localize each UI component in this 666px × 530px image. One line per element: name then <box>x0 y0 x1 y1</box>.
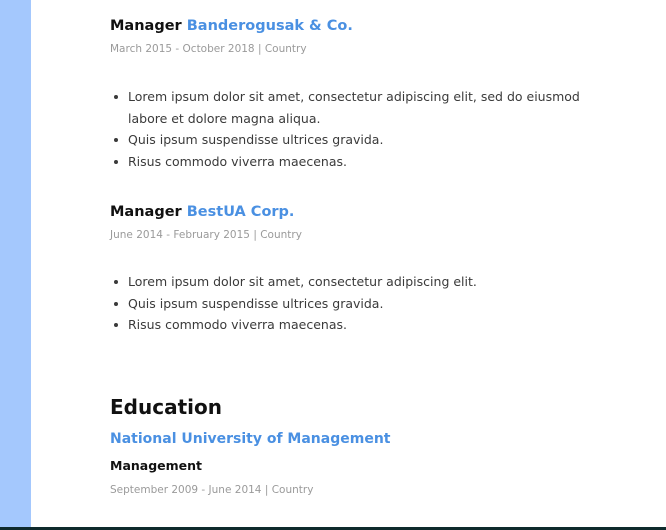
experience-entry: Manager BestUA Corp. June 2014 - Februar… <box>110 202 650 242</box>
education-school: National University of Management <box>110 431 391 447</box>
section-heading-education: Education <box>110 395 222 419</box>
job-title: Manager Banderogusak & Co. <box>110 16 650 36</box>
job-title: Manager BestUA Corp. <box>110 202 650 222</box>
job-company: BestUA Corp. <box>186 204 295 220</box>
list-item: Risus commodo viverra maecenas. <box>110 314 610 336</box>
job-meta: June 2014 - February 2015 | Country <box>110 229 302 241</box>
job-bullets: Lorem ipsum dolor sit amet, consectetur … <box>110 86 610 172</box>
list-item: Quis ipsum suspendisse ultrices gravida. <box>110 293 610 315</box>
list-item: Quis ipsum suspendisse ultrices gravida. <box>110 129 610 151</box>
list-item: Lorem ipsum dolor sit amet, consectetur … <box>110 86 610 129</box>
job-bullets: Lorem ipsum dolor sit amet, consectetur … <box>110 271 610 336</box>
list-item: Lorem ipsum dolor sit amet, consectetur … <box>110 271 610 293</box>
education-meta: September 2009 - June 2014 | Country <box>110 484 314 496</box>
left-accent-stripe <box>0 0 31 527</box>
job-role: Manager <box>110 18 182 34</box>
experience-entry: Manager Banderogusak & Co. March 2015 - … <box>110 16 650 56</box>
education-degree: Management <box>110 458 203 473</box>
list-item: Risus commodo viverra maecenas. <box>110 151 610 173</box>
job-meta: March 2015 - October 2018 | Country <box>110 43 307 55</box>
job-company: Banderogusak & Co. <box>186 18 353 34</box>
job-role: Manager <box>110 204 182 220</box>
